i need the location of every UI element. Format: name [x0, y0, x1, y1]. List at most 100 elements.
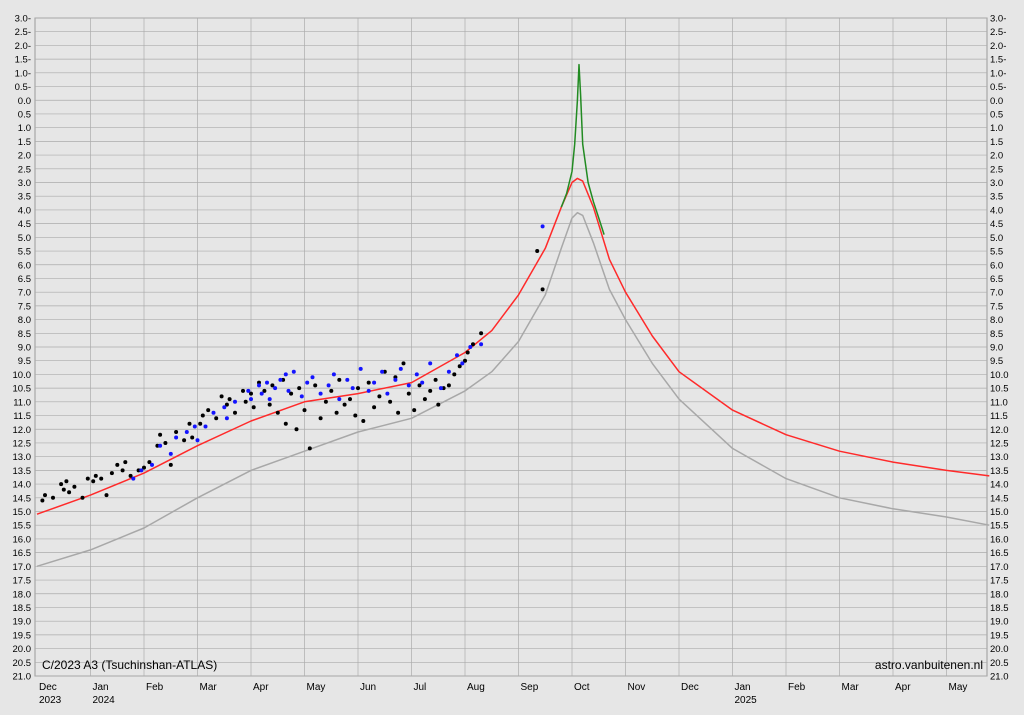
y-tick-label-right: 15.5: [990, 521, 1009, 532]
y-tick-label-right: 0.5: [990, 109, 1003, 120]
x-axis-labels: Dec Jan Feb Mar Apr May Jun Jul Aug Sep Oct Nov Dec J…: [39, 682, 967, 706]
data-point: [163, 441, 168, 445]
y-tick-label-left: 1.0-: [15, 68, 31, 79]
data-point: [61, 487, 66, 492]
y-tick-label-left: 7.0: [18, 288, 31, 299]
data-point: [310, 375, 315, 380]
y-tick-label-left: 0.5-: [15, 82, 31, 93]
y-tick-label-left: 10.5: [13, 384, 32, 395]
data-point: [380, 369, 385, 374]
chart-title: C/2023 A3 (Tsuchinshan-ATLAS): [42, 658, 217, 672]
data-point: [40, 498, 45, 503]
y-tick-label-right: 9.0: [990, 343, 1003, 354]
y-tick-label-left: 2.5-: [15, 27, 31, 38]
y-tick-label-left: 4.0: [18, 205, 31, 216]
y-tick-label-left: 2.0-: [15, 41, 31, 52]
data-point: [540, 224, 545, 229]
y-tick-label-right: 0.5-: [990, 82, 1006, 93]
x-month-label: Jan: [735, 682, 751, 693]
data-point: [222, 405, 227, 410]
y-tick-label-right: 18.5: [990, 603, 1009, 614]
data-point: [428, 361, 433, 366]
data-point: [294, 427, 299, 432]
data-point: [184, 430, 189, 434]
y-tick-label-right: 13.5: [990, 466, 1009, 477]
y-tick-label-left: 20.0: [13, 644, 32, 655]
data-point: [358, 366, 363, 371]
y-tick-label-left: 20.5: [13, 658, 32, 669]
y-tick-label-left: 13.0: [13, 452, 32, 463]
y-tick-label-right: 6.0: [990, 260, 1003, 271]
data-point: [297, 386, 302, 391]
y-tick-label-right: 2.0-: [990, 41, 1006, 52]
y-tick-label-left: 0.0: [18, 96, 31, 107]
data-point: [283, 372, 288, 377]
data-point: [460, 361, 465, 366]
y-tick-label-right: 6.5: [990, 274, 1003, 285]
data-point: [302, 408, 307, 413]
data-point: [366, 388, 371, 393]
y-tick-label-left: 9.0: [18, 343, 31, 354]
y-tick-label-right: 16.5: [990, 548, 1009, 559]
data-point: [465, 350, 470, 355]
x-year-label: 2024: [93, 695, 116, 706]
data-point: [396, 410, 401, 415]
data-point: [150, 462, 154, 467]
x-month-label: Jan: [93, 682, 109, 693]
y-tick-label-right: 5.5: [990, 247, 1003, 258]
data-point: [366, 380, 371, 385]
data-point: [348, 397, 352, 402]
data-point: [385, 391, 390, 396]
data-point: [174, 435, 179, 440]
data-point: [206, 408, 211, 413]
data-point: [353, 413, 358, 418]
data-point: [219, 394, 224, 399]
data-point: [243, 399, 248, 404]
data-point: [200, 413, 205, 418]
y-tick-label-left: 17.5: [13, 576, 32, 587]
y-tick-label-right: 17.5: [990, 576, 1009, 587]
data-point: [372, 380, 377, 385]
x-month-label: Aug: [467, 682, 485, 693]
y-tick-label-left: 11.5: [13, 411, 31, 422]
data-point: [323, 399, 328, 404]
y-tick-label-left: 15.5: [13, 521, 32, 532]
data-point: [479, 331, 484, 336]
data-point: [337, 377, 342, 382]
data-point: [85, 476, 90, 481]
data-point: [93, 473, 98, 478]
y-tick-label-right: 2.5-: [990, 27, 1006, 38]
data-point: [329, 388, 334, 393]
y-tick-label-right: 12.5: [990, 438, 1009, 449]
data-point: [139, 468, 144, 473]
data-point: [286, 388, 291, 393]
y-tick-label-right: 21.0: [990, 672, 1009, 683]
y-tick-label-right: 10.5: [990, 384, 1009, 395]
y-tick-label-right: 7.5: [990, 301, 1003, 312]
y-tick-label-right: 7.0: [990, 288, 1003, 299]
y-tick-label-left: 11.0: [13, 397, 31, 408]
data-point: [192, 424, 197, 429]
y-tick-label-left: 14.5: [13, 493, 32, 504]
x-month-label: Oct: [574, 682, 590, 693]
y-tick-label-right: 15.0: [990, 507, 1009, 518]
data-point: [455, 353, 459, 358]
y-tick-label-left: 8.0: [18, 315, 31, 326]
x-month-label: Sep: [521, 682, 539, 693]
data-point: [307, 446, 312, 451]
y-tick-label-right: 10.0: [990, 370, 1009, 381]
data-point: [446, 369, 451, 374]
y-tick-label-left: 1.5: [18, 137, 31, 148]
data-point: [452, 372, 457, 377]
y-tick-label-left: 1.0: [18, 123, 31, 134]
y-tick-label-right: 1.0: [990, 123, 1003, 134]
data-point: [227, 397, 232, 402]
data-point: [305, 380, 310, 385]
y-tick-label-right: 3.5: [990, 192, 1003, 203]
data-point: [446, 383, 451, 388]
y-tick-label-right: 5.0: [990, 233, 1003, 244]
x-month-label: Mar: [842, 682, 860, 693]
data-point: [120, 468, 125, 473]
data-point: [233, 399, 237, 404]
data-point: [350, 386, 355, 391]
